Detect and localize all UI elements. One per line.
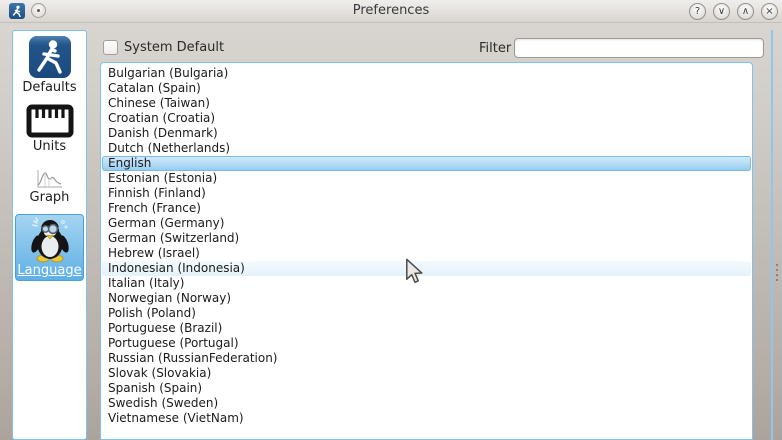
- ruler-icon: [15, 103, 84, 139]
- list-item[interactable]: Dutch (Netherlands): [102, 141, 751, 156]
- sidebar: Defaults Units Graph: [12, 30, 87, 440]
- preferences-dialog: Preferences ? ∨ ∧ ×: [0, 0, 782, 440]
- list-item[interactable]: English: [102, 156, 751, 171]
- language-list: Bulgarian (Bulgaria)Catalan (Spain)Chine…: [100, 62, 753, 440]
- list-item[interactable]: Catalan (Spain): [102, 81, 751, 96]
- sidebar-item-defaults[interactable]: Defaults: [15, 34, 84, 95]
- list-item[interactable]: Estonian (Estonia): [102, 171, 751, 186]
- list-item[interactable]: Norwegian (Norway): [102, 291, 751, 306]
- splitter-handle[interactable]: [776, 264, 779, 284]
- sidebar-item-label: Defaults: [15, 80, 84, 95]
- filter-input[interactable]: [514, 38, 764, 58]
- sidebar-item-label: Units: [15, 139, 84, 154]
- list-item[interactable]: Portuguese (Brazil): [102, 321, 751, 336]
- splitter-line: [771, 30, 773, 440]
- list-item[interactable]: Croatian (Croatia): [102, 111, 751, 126]
- sidebar-item-label: Language: [16, 263, 83, 278]
- sidebar-item-language[interactable]: Language: [15, 214, 84, 281]
- sidebar-item-units[interactable]: Units: [15, 103, 84, 154]
- list-item[interactable]: Swedish (Sweden): [102, 396, 751, 411]
- list-item[interactable]: Portuguese (Portugal): [102, 336, 751, 351]
- list-item[interactable]: Vietnamese (VietNam): [102, 411, 751, 426]
- filter-label: Filter: [479, 41, 511, 56]
- graph-icon: [15, 168, 84, 190]
- sidebar-item-label: Graph: [15, 190, 84, 205]
- list-item[interactable]: Hebrew (Israel): [102, 246, 751, 261]
- list-item[interactable]: German (Germany): [102, 216, 751, 231]
- list-item[interactable]: Danish (Denmark): [102, 126, 751, 141]
- shade-down-button[interactable]: ∨: [713, 3, 730, 20]
- system-default-checkbox[interactable]: [103, 40, 118, 55]
- list-item[interactable]: Finnish (Finland): [102, 186, 751, 201]
- list-item[interactable]: Indonesian (Indonesia): [102, 261, 751, 276]
- window-title: Preferences: [0, 0, 782, 22]
- hiker-icon: [15, 34, 84, 80]
- list-item[interactable]: Spanish (Spain): [102, 381, 751, 396]
- list-item[interactable]: French (France): [102, 201, 751, 216]
- close-button[interactable]: ×: [761, 3, 778, 20]
- list-item[interactable]: Chinese (Taiwan): [102, 96, 751, 111]
- shade-up-button[interactable]: ∧: [737, 3, 754, 20]
- titlebar[interactable]: Preferences ? ∨ ∧ ×: [0, 0, 782, 23]
- list-item[interactable]: Polish (Poland): [102, 306, 751, 321]
- sidebar-item-graph[interactable]: Graph: [15, 168, 84, 205]
- penguin-icon: [16, 215, 83, 263]
- system-default-label: System Default: [124, 40, 224, 55]
- help-button[interactable]: ?: [689, 3, 706, 20]
- list-item[interactable]: Bulgarian (Bulgaria): [102, 66, 751, 81]
- list-item[interactable]: Russian (RussianFederation): [102, 351, 751, 366]
- list-item[interactable]: German (Switzerland): [102, 231, 751, 246]
- list-item[interactable]: Slovak (Slovakia): [102, 366, 751, 381]
- list-item[interactable]: Italian (Italy): [102, 276, 751, 291]
